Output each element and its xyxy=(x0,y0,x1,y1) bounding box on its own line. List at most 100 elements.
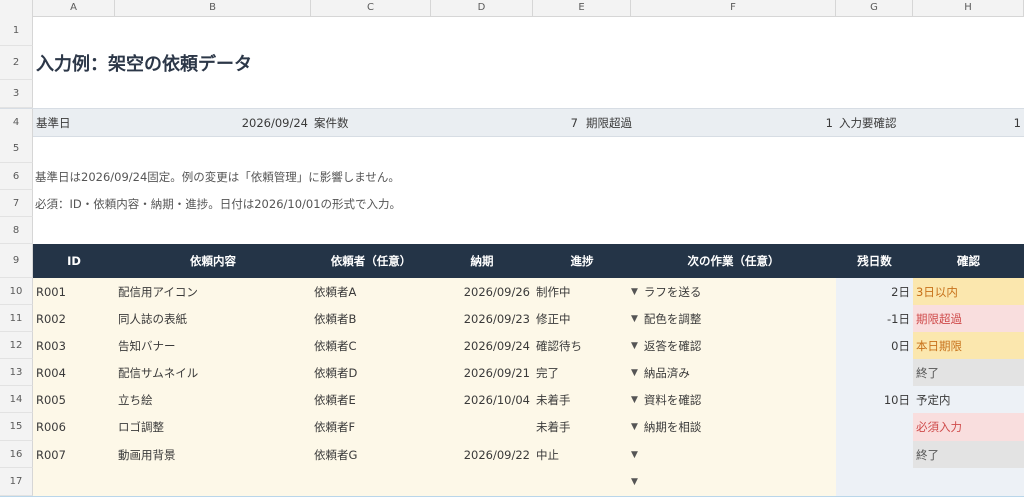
cell-days-left[interactable] xyxy=(836,468,913,496)
cell-check-status[interactable]: 終了 xyxy=(913,359,1024,386)
cell-id[interactable]: R005 xyxy=(33,386,115,413)
table-header-6[interactable]: 残日数 xyxy=(836,244,913,278)
cell-content[interactable]: 配信サムネイル xyxy=(115,359,311,386)
cell-requester[interactable]: 依頼者F xyxy=(311,413,431,441)
cell-requester[interactable]: 依頼者E xyxy=(311,386,431,413)
cell-days-left[interactable]: -1日 xyxy=(836,305,913,332)
cell-check-status[interactable]: 期限超過 xyxy=(913,305,1024,332)
cell-content[interactable] xyxy=(115,468,311,496)
cell-days-left[interactable] xyxy=(836,413,913,441)
row-number[interactable]: 8 xyxy=(0,217,33,244)
cell-next[interactable]: ▼ 資料を確認 xyxy=(631,386,836,413)
cell-status[interactable] xyxy=(533,468,631,496)
cell-days-left[interactable]: 10日 xyxy=(836,386,913,413)
row-number[interactable]: 15 xyxy=(0,413,33,441)
table-header-1[interactable]: 依頼内容 xyxy=(115,244,311,278)
row-number[interactable]: 1 xyxy=(0,16,33,46)
cell-status[interactable]: 修正中 xyxy=(533,305,631,332)
row-number[interactable]: 3 xyxy=(0,80,33,108)
dropdown-arrow-icon[interactable]: ▼ xyxy=(631,341,638,351)
needs-check-value[interactable]: 1 xyxy=(913,109,1024,136)
cell-due[interactable]: 2026/09/24 xyxy=(431,332,533,359)
column-header-f[interactable]: F xyxy=(631,0,836,16)
cell-days-left[interactable]: 0日 xyxy=(836,332,913,359)
cell-content[interactable]: 動画用背景 xyxy=(115,441,311,468)
cell-status[interactable]: 未着手 xyxy=(533,413,631,441)
cell-days-left[interactable]: 2日 xyxy=(836,278,913,305)
column-header-e[interactable]: E xyxy=(533,0,631,16)
row-number[interactable]: 7 xyxy=(0,190,33,217)
count-value[interactable]: 7 xyxy=(431,109,581,136)
column-header-d[interactable]: D xyxy=(431,0,533,16)
cell-next[interactable]: ▼ ラフを送る xyxy=(631,278,836,305)
cell-check-status[interactable]: 必須入力 xyxy=(913,413,1024,441)
cell-status[interactable]: 完了 xyxy=(533,359,631,386)
cell-requester[interactable]: 依頼者G xyxy=(311,441,431,468)
cell-status[interactable]: 制作中 xyxy=(533,278,631,305)
cell-content[interactable]: ロゴ調整 xyxy=(115,413,311,441)
cell-due[interactable] xyxy=(431,468,533,496)
cell-next[interactable]: ▼ 返答を確認 xyxy=(631,332,836,359)
cell-next[interactable]: ▼ 納品済み xyxy=(631,359,836,386)
table-header-7[interactable]: 確認 xyxy=(913,244,1024,278)
dropdown-arrow-icon[interactable]: ▼ xyxy=(631,395,638,405)
cell-requester[interactable]: 依頼者A xyxy=(311,278,431,305)
cell-id[interactable]: R007 xyxy=(33,441,115,468)
cell-next[interactable]: ▼ xyxy=(631,441,836,468)
row-number[interactable]: 9 xyxy=(0,244,33,278)
cell-id[interactable]: R006 xyxy=(33,413,115,441)
cell-content[interactable]: 同人誌の表紙 xyxy=(115,305,311,332)
cell-requester[interactable]: 依頼者D xyxy=(311,359,431,386)
row-number[interactable]: 5 xyxy=(0,135,33,163)
cell-due[interactable]: 2026/10/04 xyxy=(431,386,533,413)
dropdown-arrow-icon[interactable]: ▼ xyxy=(631,314,638,324)
cell-content[interactable]: 立ち絵 xyxy=(115,386,311,413)
cell-due[interactable]: 2026/09/23 xyxy=(431,305,533,332)
cell-status[interactable]: 中止 xyxy=(533,441,631,468)
column-header-a[interactable]: A xyxy=(33,0,115,16)
table-header-5[interactable]: 次の作業（任意） xyxy=(631,244,836,278)
overdue-value[interactable]: 1 xyxy=(631,109,836,136)
select-all-corner[interactable] xyxy=(0,0,33,16)
column-header-g[interactable]: G xyxy=(836,0,913,16)
cell-days-left[interactable] xyxy=(836,441,913,468)
cell-check-status[interactable]: 予定内 xyxy=(913,386,1024,413)
row-number[interactable]: 6 xyxy=(0,163,33,190)
cell-days-left[interactable] xyxy=(836,359,913,386)
cell-id[interactable]: R001 xyxy=(33,278,115,305)
cell-content[interactable]: 告知バナー xyxy=(115,332,311,359)
cell-content[interactable]: 配信用アイコン xyxy=(115,278,311,305)
cell-next[interactable]: ▼ 配色を調整 xyxy=(631,305,836,332)
table-header-4[interactable]: 進捗 xyxy=(533,244,631,278)
cell-requester[interactable]: 依頼者B xyxy=(311,305,431,332)
cell-due[interactable] xyxy=(431,413,533,441)
cell-next[interactable]: ▼ 納期を相談 xyxy=(631,413,836,441)
row-number[interactable]: 16 xyxy=(0,441,33,468)
dropdown-arrow-icon[interactable]: ▼ xyxy=(631,422,638,432)
table-header-0[interactable]: ID xyxy=(33,244,115,278)
table-header-2[interactable]: 依頼者（任意） xyxy=(311,244,431,278)
cell-check-status[interactable]: 終了 xyxy=(913,441,1024,468)
cell-requester[interactable]: 依頼者C xyxy=(311,332,431,359)
dropdown-arrow-icon[interactable]: ▼ xyxy=(631,477,638,487)
row-number[interactable]: 17 xyxy=(0,468,33,496)
cell-id[interactable] xyxy=(33,468,115,496)
cell-id[interactable]: R002 xyxy=(33,305,115,332)
cell-check-status[interactable] xyxy=(913,468,1024,496)
cell-next[interactable]: ▼ xyxy=(631,468,836,496)
row-number[interactable]: 2 xyxy=(0,46,33,80)
row-number[interactable]: 12 xyxy=(0,332,33,359)
row-number[interactable]: 4 xyxy=(0,109,33,136)
column-header-b[interactable]: B xyxy=(115,0,311,16)
row-number[interactable]: 11 xyxy=(0,305,33,332)
cell-due[interactable]: 2026/09/21 xyxy=(431,359,533,386)
cell-status[interactable]: 確認待ち xyxy=(533,332,631,359)
cell-check-status[interactable]: 本日期限 xyxy=(913,332,1024,359)
cell-due[interactable]: 2026/09/26 xyxy=(431,278,533,305)
column-header-c[interactable]: C xyxy=(311,0,431,16)
cell-id[interactable]: R003 xyxy=(33,332,115,359)
column-header-h[interactable]: H xyxy=(913,0,1024,16)
base-date-value[interactable]: 2026/09/24 xyxy=(115,109,311,136)
dropdown-arrow-icon[interactable]: ▼ xyxy=(631,368,638,378)
row-number[interactable]: 13 xyxy=(0,359,33,386)
